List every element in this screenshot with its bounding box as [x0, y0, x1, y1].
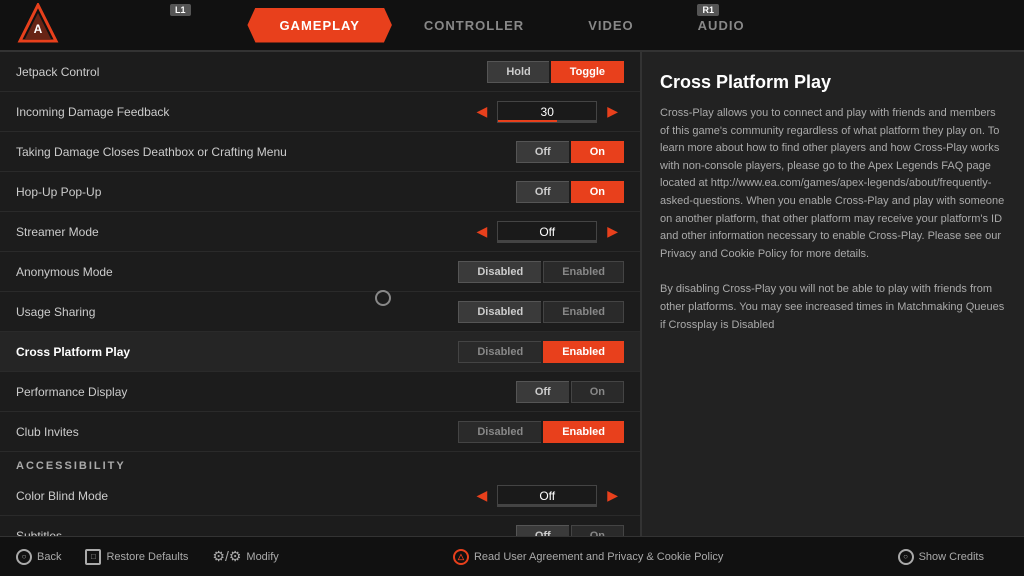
- deathbox-off-btn[interactable]: Off: [516, 141, 569, 163]
- hopup-on-btn[interactable]: On: [571, 181, 624, 203]
- setting-row-performance: Performance Display Off On: [0, 372, 640, 412]
- apex-logo: A: [16, 3, 60, 47]
- setting-row-jetpack: Jetpack Control Hold Toggle: [0, 52, 640, 92]
- subtitles-control: Off On: [516, 525, 624, 537]
- modify-label: Modify: [246, 551, 278, 563]
- info-paragraph-2: By disabling Cross-Play you will not be …: [660, 281, 1006, 334]
- performance-control: Off On: [516, 381, 624, 403]
- footer-credits[interactable]: ○ Show Credits: [898, 549, 984, 565]
- setting-label-anonymous: Anonymous Mode: [16, 265, 458, 279]
- crossplay-enabled-btn[interactable]: Enabled: [543, 341, 624, 363]
- setting-row-clubinvites: Club Invites Disabled Enabled: [0, 412, 640, 452]
- footer-modify[interactable]: ⚙/⚙ Modify: [212, 548, 278, 565]
- svg-text:A: A: [34, 22, 43, 36]
- jetpack-toggle-btn[interactable]: Toggle: [551, 61, 624, 83]
- setting-row-streamer: Streamer Mode ◀ Off ▶: [0, 212, 640, 252]
- anonymous-enabled-btn[interactable]: Enabled: [543, 261, 624, 283]
- settings-panel: Jetpack Control Hold Toggle Incoming Dam…: [0, 52, 640, 536]
- setting-label-clubinvites: Club Invites: [16, 425, 458, 439]
- setting-row-usage: Usage Sharing Disabled Enabled: [0, 292, 640, 332]
- setting-label-jetpack: Jetpack Control: [16, 65, 487, 79]
- tab-audio[interactable]: AUDIO: [666, 8, 777, 43]
- crossplay-disabled-btn[interactable]: Disabled: [458, 341, 541, 363]
- info-panel: Cross Platform Play Cross-Play allows yo…: [640, 52, 1024, 536]
- colorblind-control: ◀ Off ▶: [470, 485, 624, 507]
- credits-label: Show Credits: [919, 551, 984, 563]
- setting-label-damage: Incoming Damage Feedback: [16, 105, 470, 119]
- streamer-left-arrow[interactable]: ◀: [470, 221, 493, 242]
- setting-row-deathbox: Taking Damage Closes Deathbox or Craftin…: [0, 132, 640, 172]
- subtitles-on-btn[interactable]: On: [571, 525, 624, 537]
- setting-label-streamer: Streamer Mode: [16, 225, 470, 239]
- streamer-right-arrow[interactable]: ▶: [601, 221, 624, 242]
- modify-icon: ⚙/⚙: [212, 548, 241, 565]
- hopup-off-btn[interactable]: Off: [516, 181, 569, 203]
- setting-row-damage: Incoming Damage Feedback ◀ 30 ▶: [0, 92, 640, 132]
- header: A L1 GAMEPLAY CONTROLLER VIDEO AUDIO R1: [0, 0, 1024, 52]
- restore-label: Restore Defaults: [106, 551, 188, 563]
- colorblind-right-arrow[interactable]: ▶: [601, 485, 624, 506]
- tab-gameplay[interactable]: GAMEPLAY: [247, 8, 391, 43]
- setting-row-crossplay: Cross Platform Play Disabled Enabled: [0, 332, 640, 372]
- privacy-label: Read User Agreement and Privacy & Cookie…: [474, 551, 723, 563]
- subtitles-off-btn[interactable]: Off: [516, 525, 569, 537]
- usage-disabled-btn[interactable]: Disabled: [458, 301, 541, 323]
- colorblind-left-arrow[interactable]: ◀: [470, 485, 493, 506]
- clubinvites-enabled-btn[interactable]: Enabled: [543, 421, 624, 443]
- damage-control: ◀ 30 ▶: [470, 101, 624, 123]
- crossplay-control: Disabled Enabled: [458, 341, 624, 363]
- damage-left-arrow[interactable]: ◀: [470, 101, 493, 122]
- setting-label-crossplay: Cross Platform Play: [16, 345, 458, 359]
- anonymous-disabled-btn[interactable]: Disabled: [458, 261, 541, 283]
- streamer-control: ◀ Off ▶: [470, 221, 624, 243]
- info-paragraph-1: Cross-Play allows you to connect and pla…: [660, 105, 1006, 263]
- accessibility-section-header: ACCESSIBILITY: [0, 452, 640, 476]
- l1-badge: L1: [170, 4, 191, 16]
- privacy-icon: △: [453, 549, 469, 565]
- setting-row-anonymous: Anonymous Mode Disabled Enabled: [0, 252, 640, 292]
- r1-badge: R1: [697, 4, 719, 16]
- jetpack-control: Hold Toggle: [487, 61, 624, 83]
- deathbox-on-btn[interactable]: On: [571, 141, 624, 163]
- setting-label-deathbox: Taking Damage Closes Deathbox or Craftin…: [16, 145, 516, 159]
- jetpack-hold-btn[interactable]: Hold: [487, 61, 548, 83]
- setting-label-subtitles: Subtitles: [16, 529, 516, 537]
- footer-privacy[interactable]: △ Read User Agreement and Privacy & Cook…: [453, 549, 723, 565]
- usage-enabled-btn[interactable]: Enabled: [543, 301, 624, 323]
- tab-video[interactable]: VIDEO: [556, 8, 665, 43]
- back-label: Back: [37, 551, 61, 563]
- damage-value-box: 30: [497, 101, 597, 123]
- anonymous-control: Disabled Enabled: [458, 261, 624, 283]
- streamer-value-box: Off: [497, 221, 597, 243]
- back-icon: ○: [16, 549, 32, 565]
- setting-label-hopup: Hop-Up Pop-Up: [16, 185, 516, 199]
- restore-icon: □: [85, 549, 101, 565]
- setting-label-performance: Performance Display: [16, 385, 516, 399]
- setting-row-subtitles: Subtitles Off On: [0, 516, 640, 536]
- footer: ○ Back □ Restore Defaults ⚙/⚙ Modify △ R…: [0, 536, 1024, 576]
- footer-back[interactable]: ○ Back: [16, 549, 61, 565]
- clubinvites-disabled-btn[interactable]: Disabled: [458, 421, 541, 443]
- deathbox-control: Off On: [516, 141, 624, 163]
- main-content: Jetpack Control Hold Toggle Incoming Dam…: [0, 52, 1024, 536]
- tab-controller[interactable]: CONTROLLER: [392, 8, 556, 43]
- usage-control: Disabled Enabled: [458, 301, 624, 323]
- footer-restore[interactable]: □ Restore Defaults: [85, 549, 188, 565]
- hopup-control: Off On: [516, 181, 624, 203]
- setting-row-hopup: Hop-Up Pop-Up Off On: [0, 172, 640, 212]
- info-title: Cross Platform Play: [660, 72, 1006, 93]
- clubinvites-control: Disabled Enabled: [458, 421, 624, 443]
- performance-on-btn[interactable]: On: [571, 381, 624, 403]
- setting-row-colorblind: Color Blind Mode ◀ Off ▶: [0, 476, 640, 516]
- damage-right-arrow[interactable]: ▶: [601, 101, 624, 122]
- performance-off-btn[interactable]: Off: [516, 381, 569, 403]
- colorblind-value-box: Off: [497, 485, 597, 507]
- credits-icon: ○: [898, 549, 914, 565]
- setting-label-colorblind: Color Blind Mode: [16, 489, 470, 503]
- setting-label-usage: Usage Sharing: [16, 305, 458, 319]
